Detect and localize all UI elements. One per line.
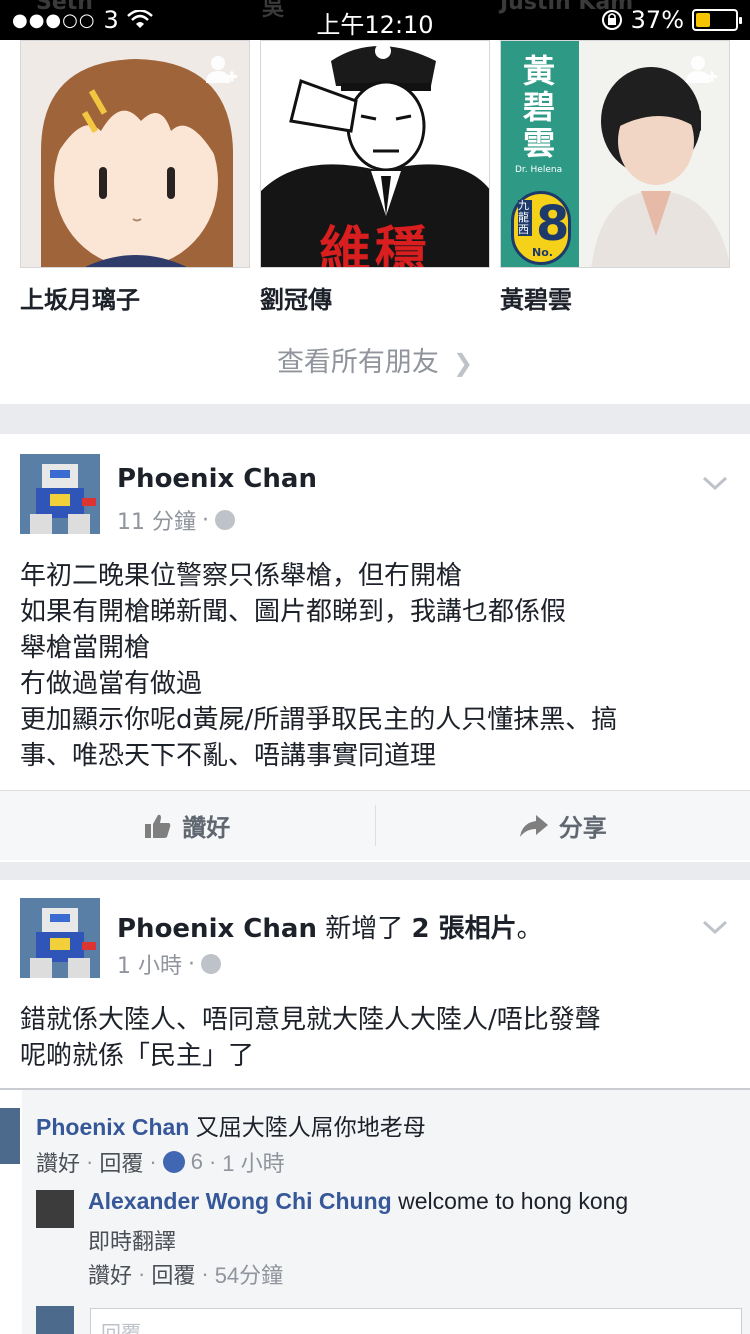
- campaign-number-badge: 九龍西 8 No.: [511, 191, 571, 265]
- battery-icon: [692, 9, 742, 31]
- post-time[interactable]: 1 小時: [117, 948, 182, 980]
- poster-name: 黃碧雲: [523, 52, 556, 162]
- saluting-officer-avatar[interactable]: 維穩: [260, 40, 490, 268]
- post-body: 年初二晚果位警察只係舉槍，但冇開槍 如果有開槍睇新聞、圖片都睇到，我講乜都係假 …: [20, 561, 618, 771]
- commenter-avatar: [36, 1190, 74, 1228]
- add-friend-icon[interactable]: [203, 53, 239, 89]
- post-author[interactable]: Phoenix Chan: [117, 464, 317, 494]
- attached-photo[interactable]: Phoenix Chan 又屈大陸人屌你地老母 讚好 · 回覆 · 6 · 1 小時 …: [0, 1088, 750, 1334]
- post-meta: 1 小時 ·: [117, 948, 221, 980]
- facebook-mobile-screen: 上坂月璃子 維穩 劉冠傳 黃碧雲 Dr. Helena 九龍西 8 No. 黃碧…: [0, 0, 750, 1334]
- battery-level: [696, 13, 711, 27]
- author-avatar[interactable]: [20, 454, 100, 534]
- see-all-friends-link[interactable]: 查看所有朋友 ❯: [0, 340, 750, 379]
- author-avatar[interactable]: [20, 898, 100, 978]
- thumbs-up-icon: [145, 814, 171, 838]
- post-meta: 11 分鐘 ·: [117, 504, 235, 536]
- friend-name[interactable]: 黃碧雲: [500, 280, 730, 315]
- post-author-line: Phoenix Chan 新增了 2 張相片。: [117, 914, 543, 944]
- add-friend-icon[interactable]: [683, 53, 719, 89]
- translate-link: 即時翻譯: [88, 1229, 177, 1254]
- reply-input[interactable]: 回覆……: [90, 1308, 742, 1334]
- friend-item[interactable]: 維穩 劉冠傳: [260, 40, 490, 315]
- friend-item[interactable]: 黃碧雲 Dr. Helena 九龍西 8 No. 黃碧雲: [500, 40, 730, 315]
- like-button[interactable]: 讚好: [0, 791, 375, 860]
- post-actions: 讚好 分享: [0, 790, 750, 860]
- friend-name[interactable]: 上坂月璃子: [20, 280, 250, 315]
- anime-girl-avatar[interactable]: [20, 40, 250, 268]
- orientation-lock-icon: [601, 10, 622, 30]
- chevron-right-icon: ❯: [452, 349, 474, 377]
- friend-item[interactable]: 上坂月璃子: [20, 40, 250, 315]
- comment-text: Phoenix Chan 又屈大陸人屌你地老母: [36, 1114, 426, 1140]
- campaign-poster-avatar[interactable]: 黃碧雲 Dr. Helena 九龍西 8 No.: [500, 40, 730, 268]
- battery-percent: 37%: [630, 6, 684, 34]
- share-arrow-icon: [519, 814, 548, 837]
- commenter-avatar: [0, 1108, 20, 1164]
- post-body: 錯就係大陸人、唔同意見就大陸人大陸人/唔比發聲 呢啲就係「民主」了: [20, 1005, 601, 1071]
- post-card: Phoenix Chan 11 分鐘 · 年初二晚果位警察只係舉槍，但冇開槍 如果…: [0, 434, 750, 862]
- status-bar: Seth 吳 Justin Kam ●●●○○ 3 上午12:10 37%: [0, 0, 750, 40]
- chevron-down-icon[interactable]: [702, 476, 728, 490]
- globe-icon: [201, 954, 221, 974]
- share-button[interactable]: 分享: [376, 791, 750, 860]
- comment-text: Alexander Wong Chi Chung welcome to hong…: [88, 1188, 629, 1214]
- chevron-down-icon[interactable]: [702, 920, 728, 934]
- like-count-icon: [162, 1151, 185, 1173]
- comment-actions: 讚好 · 回覆 · 54分鐘: [88, 1261, 284, 1288]
- overlay-caption: 維穩: [318, 222, 431, 268]
- commenter-avatar: [36, 1306, 74, 1334]
- post-time[interactable]: 11 分鐘: [117, 504, 196, 536]
- friends-card: 上坂月璃子 維穩 劉冠傳 黃碧雲 Dr. Helena 九龍西 8 No. 黃碧…: [0, 40, 750, 404]
- battery-info: 37%: [601, 6, 742, 34]
- poster-subtitle: Dr. Helena: [515, 165, 563, 175]
- friend-name[interactable]: 劉冠傳: [260, 280, 490, 315]
- globe-icon: [215, 510, 235, 530]
- comment-actions: 讚好 · 回覆 · 6 · 1 小時: [36, 1149, 285, 1176]
